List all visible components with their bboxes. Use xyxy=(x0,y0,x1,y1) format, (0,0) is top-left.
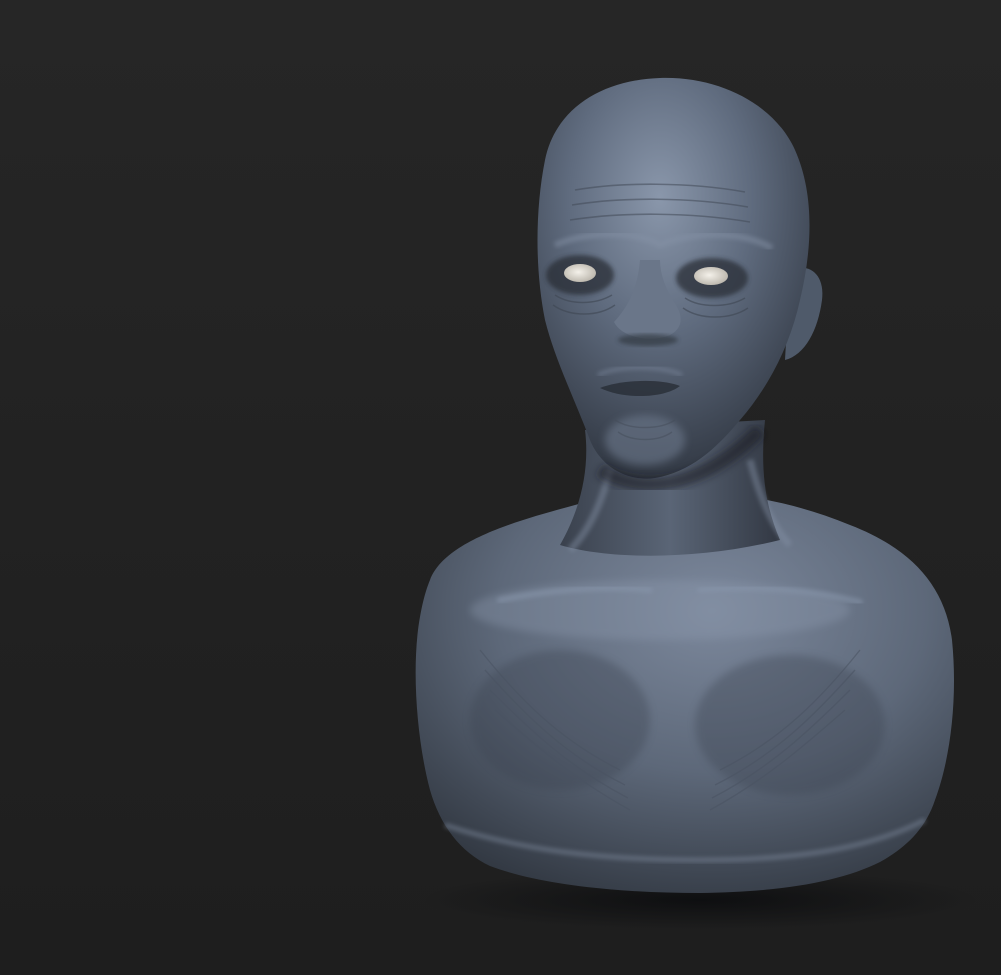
sculpt-viewport[interactable] xyxy=(0,0,1001,975)
left-eye xyxy=(564,264,596,282)
right-eye xyxy=(694,267,728,285)
viewport-canvas[interactable] xyxy=(0,0,1001,975)
nose-shadow xyxy=(618,334,678,346)
